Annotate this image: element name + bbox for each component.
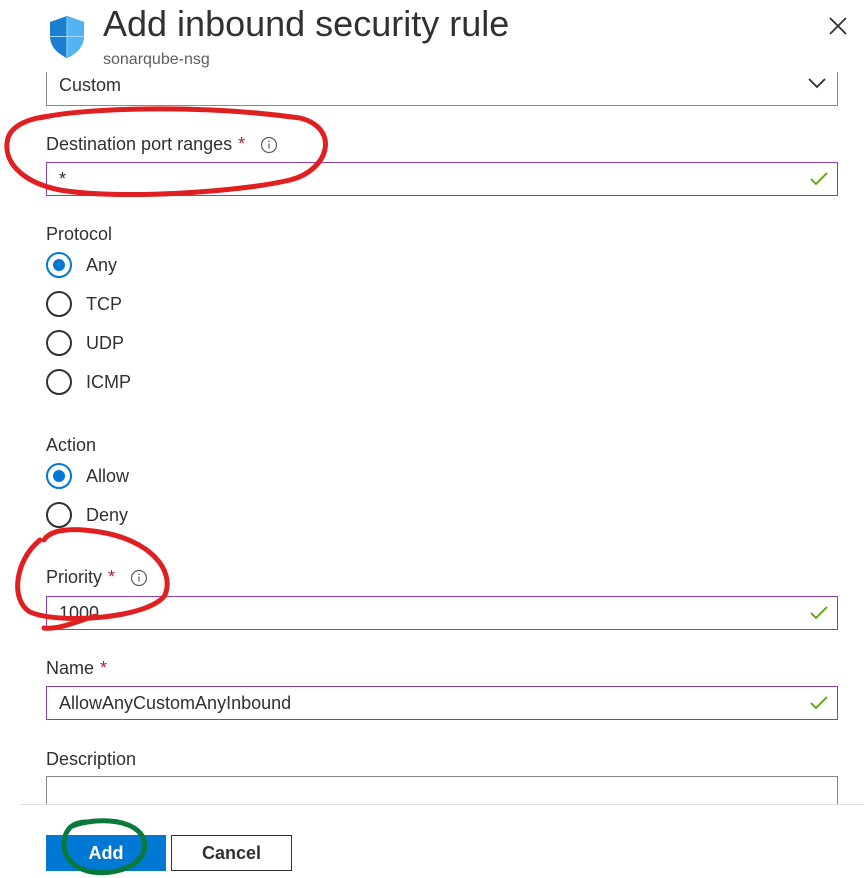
checkmark-icon bbox=[810, 696, 828, 710]
shield-icon bbox=[48, 14, 86, 60]
name-label: Name * bbox=[46, 657, 107, 679]
action-label: Action bbox=[46, 435, 97, 455]
destination-port-service-select[interactable]: Custom bbox=[46, 72, 838, 106]
description-label: Description bbox=[46, 749, 137, 769]
checkmark-icon bbox=[810, 606, 828, 620]
protocol-radio-udp[interactable]: UDP bbox=[46, 329, 124, 357]
description-input[interactable] bbox=[46, 776, 838, 804]
name-value: AllowAnyCustomAnyInbound bbox=[59, 693, 292, 713]
cancel-button[interactable]: Cancel bbox=[171, 835, 292, 871]
page-subtitle: sonarqube-nsg bbox=[103, 51, 210, 68]
page-title: Add inbound security rule bbox=[103, 3, 510, 44]
footer-divider bbox=[20, 804, 864, 805]
add-button[interactable]: Add bbox=[46, 835, 166, 871]
form-content[interactable]: Custom Destination port ranges * * Protoc… bbox=[0, 72, 864, 804]
destination-port-ranges-input[interactable]: * bbox=[46, 162, 838, 196]
radio-icon[interactable] bbox=[46, 502, 72, 528]
info-icon[interactable] bbox=[130, 569, 148, 587]
protocol-radio-icmp[interactable]: ICMP bbox=[46, 368, 131, 396]
radio-selected-icon[interactable] bbox=[46, 252, 72, 278]
radio-icon[interactable] bbox=[46, 369, 72, 395]
priority-value: 1000 bbox=[59, 603, 100, 623]
radio-label: Any bbox=[86, 254, 118, 275]
protocol-radio-any[interactable]: Any bbox=[46, 251, 117, 279]
chevron-down-icon bbox=[808, 78, 826, 89]
action-radio-allow[interactable]: Allow bbox=[46, 462, 129, 490]
priority-input[interactable]: 1000 bbox=[46, 596, 838, 630]
radio-label: ICMP bbox=[86, 371, 131, 392]
radio-label: Deny bbox=[86, 504, 129, 525]
required-asterisk: * bbox=[238, 134, 246, 154]
priority-label: Priority * bbox=[46, 566, 148, 588]
radio-label: UDP bbox=[86, 332, 125, 353]
info-icon[interactable] bbox=[260, 136, 278, 154]
protocol-radio-tcp[interactable]: TCP bbox=[46, 290, 122, 318]
destination-port-service-value: Custom bbox=[59, 75, 122, 95]
action-radio-deny[interactable]: Deny bbox=[46, 501, 128, 529]
required-asterisk: * bbox=[108, 567, 116, 587]
close-icon[interactable] bbox=[824, 12, 852, 40]
radio-label: TCP bbox=[86, 293, 122, 314]
required-asterisk: * bbox=[100, 658, 108, 678]
radio-icon[interactable] bbox=[46, 291, 72, 317]
radio-label: Allow bbox=[86, 465, 130, 486]
name-label-text: Name bbox=[46, 658, 95, 678]
radio-selected-icon[interactable] bbox=[46, 463, 72, 489]
protocol-label: Protocol bbox=[46, 224, 113, 244]
name-input[interactable]: AllowAnyCustomAnyInbound bbox=[46, 686, 838, 720]
checkmark-icon bbox=[810, 172, 828, 186]
destination-port-ranges-value: * bbox=[59, 169, 67, 189]
destination-port-ranges-label-text: Destination port ranges bbox=[46, 134, 233, 154]
priority-label-text: Priority bbox=[46, 567, 103, 587]
destination-port-ranges-label: Destination port ranges * bbox=[46, 133, 278, 155]
radio-icon[interactable] bbox=[46, 330, 72, 356]
